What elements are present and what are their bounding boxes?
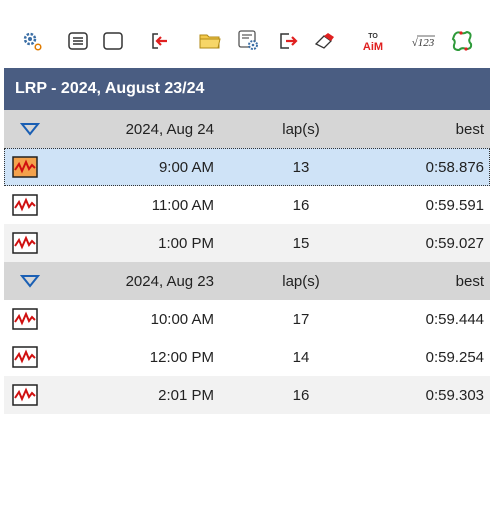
session-laps: 13 — [292, 158, 310, 176]
session-chart-cell[interactable] — [12, 338, 44, 376]
session-chart-cell[interactable] — [12, 148, 44, 186]
group-date: 2024, Aug 24 — [125, 120, 214, 138]
session-time: 1:00 PM — [158, 234, 214, 252]
laps-column-header: lap(s) — [282, 272, 320, 290]
lap-chart-icon[interactable] — [12, 346, 38, 368]
session-best: 0:59.027 — [425, 234, 484, 252]
lap-chart-icon[interactable] — [12, 384, 38, 406]
toolbar: TO AiM √123 — [0, 0, 490, 66]
lap-chart-icon[interactable] — [12, 308, 38, 330]
to-aim-icon[interactable]: TO AiM — [359, 29, 387, 53]
to-aim-icon-bottom-label: AiM — [363, 41, 383, 53]
session-laps: 16 — [292, 196, 310, 214]
session-row[interactable]: 10:00 AM 17 0:59.444 — [4, 300, 490, 338]
best-column-header: best — [455, 120, 484, 138]
session-time: 11:00 AM — [151, 196, 214, 214]
session-header[interactable]: LRP - 2024, August 23/24 — [4, 68, 490, 110]
session-chart-cell[interactable] — [12, 186, 44, 224]
collapse-toggle[interactable] — [12, 262, 44, 300]
track-map-icon[interactable] — [450, 29, 474, 53]
lap-chart-icon[interactable] — [12, 232, 38, 254]
math-channel-icon-label: √123 — [412, 37, 435, 49]
lap-chart-icon[interactable] — [12, 156, 38, 178]
date-group-row[interactable]: 2024, Aug 24 lap(s) best — [4, 110, 490, 148]
to-aim-icon-top-label: TO — [368, 33, 378, 40]
session-row[interactable]: 12:00 PM 14 0:59.254 — [4, 338, 490, 376]
session-time: 10:00 AM — [150, 310, 214, 328]
session-best: 0:59.303 — [425, 386, 484, 404]
best-column-header: best — [455, 272, 484, 290]
session-best: 0:59.591 — [425, 196, 484, 214]
collapse-toggle[interactable] — [12, 110, 44, 148]
session-grid: 2024, Aug 24 lap(s) best 9:00 AM 13 0:58… — [4, 110, 490, 414]
session-chart-cell[interactable] — [12, 376, 44, 414]
collapse-triangle-icon[interactable] — [20, 274, 40, 288]
session-row[interactable]: 2:01 PM 16 0:59.303 — [4, 376, 490, 414]
session-best: 0:59.254 — [425, 348, 484, 366]
session-laps: 17 — [292, 310, 310, 328]
blank-square-icon[interactable] — [101, 29, 125, 53]
session-chart-cell[interactable] — [12, 224, 44, 262]
lap-chart-icon[interactable] — [12, 194, 38, 216]
session-time: 9:00 AM — [158, 158, 214, 176]
session-row[interactable]: 1:00 PM 15 0:59.027 — [4, 224, 490, 262]
session-title: LRP - 2024, August 23/24 — [15, 80, 205, 97]
session-best: 0:58.876 — [425, 158, 484, 176]
session-laps: 15 — [292, 234, 310, 252]
export-icon[interactable] — [276, 29, 300, 53]
laps-column-header: lap(s) — [282, 120, 320, 138]
import-icon[interactable] — [148, 29, 172, 53]
list-view-icon[interactable] — [66, 29, 90, 53]
session-row[interactable]: 11:00 AM 16 0:59.591 — [4, 186, 490, 224]
group-date: 2024, Aug 23 — [125, 272, 214, 290]
collapse-triangle-icon[interactable] — [20, 122, 40, 136]
session-laps: 16 — [292, 386, 310, 404]
eraser-icon[interactable] — [312, 29, 336, 53]
session-time: 12:00 PM — [149, 348, 214, 366]
session-laps: 14 — [292, 348, 310, 366]
session-row[interactable]: 9:00 AM 13 0:58.876 — [4, 148, 490, 186]
settings-window-icon[interactable] — [237, 29, 261, 53]
gear-settings-icon[interactable] — [20, 29, 44, 53]
math-channel-icon[interactable]: √123 — [409, 29, 437, 53]
folder-icon[interactable] — [198, 29, 222, 53]
session-time: 2:01 PM — [158, 386, 214, 404]
session-chart-cell[interactable] — [12, 300, 44, 338]
session-best: 0:59.444 — [425, 310, 484, 328]
date-group-row[interactable]: 2024, Aug 23 lap(s) best — [4, 262, 490, 300]
